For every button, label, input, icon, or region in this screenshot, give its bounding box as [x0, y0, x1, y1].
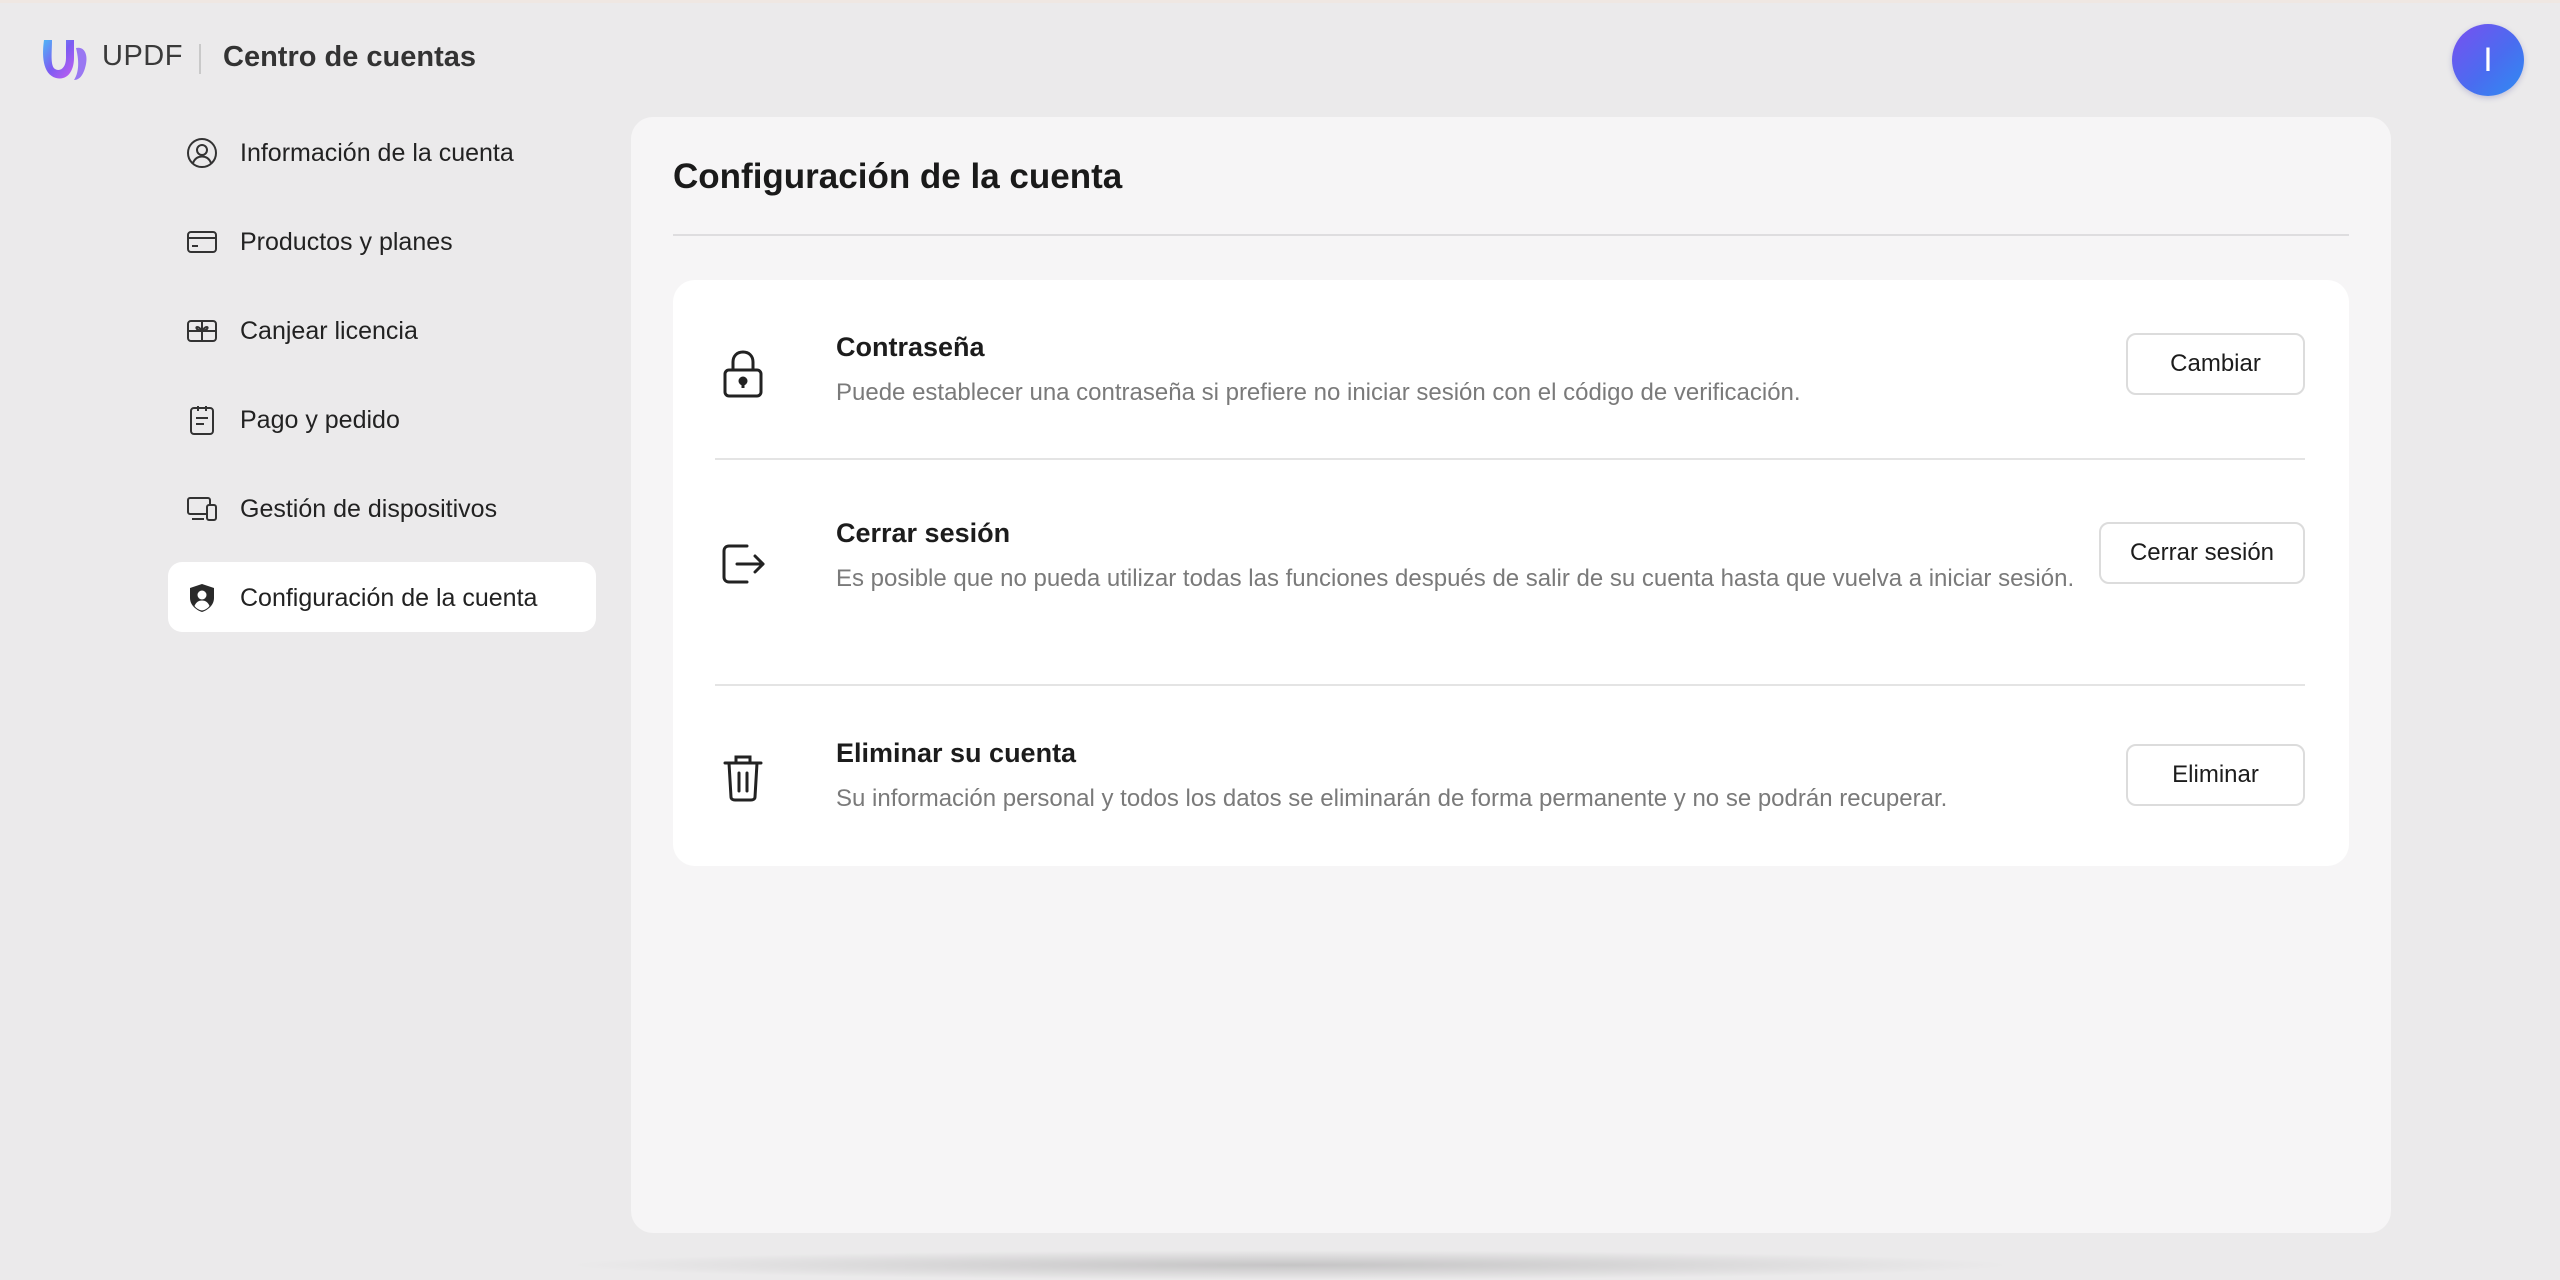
- settings-card: Contraseña Puede establecer una contrase…: [673, 280, 2349, 866]
- sidebar-item-label: Información de la cuenta: [240, 139, 514, 167]
- row-description: Su información personal y todos los dato…: [836, 785, 1948, 812]
- sidebar-item-account-settings[interactable]: Configuración de la cuenta: [168, 562, 596, 632]
- row-divider: [715, 458, 2305, 460]
- devices-icon: [186, 493, 218, 525]
- gift-card-icon: [186, 315, 218, 347]
- credit-card-icon: [186, 226, 218, 258]
- main-panel: Configuración de la cuenta Contraseña Pu…: [631, 117, 2391, 1233]
- logout-button[interactable]: Cerrar sesión: [2099, 522, 2305, 584]
- sidebar-item-account-info[interactable]: Información de la cuenta: [168, 117, 596, 187]
- row-description: Es posible que no pueda utilizar todas l…: [836, 565, 2075, 592]
- delete-account-button[interactable]: Eliminar: [2126, 744, 2305, 806]
- sidebar-item-label: Pago y pedido: [240, 406, 400, 434]
- avatar-initial: I: [2483, 40, 2493, 79]
- user-circle-icon: [186, 137, 218, 169]
- brand-name: UPDF: [102, 40, 183, 72]
- sidebar-item-label: Gestión de dispositivos: [240, 495, 498, 523]
- logout-icon: [715, 536, 771, 592]
- sidebar-item-label: Configuración de la cuenta: [240, 584, 538, 612]
- sidebar-item-device-management[interactable]: Gestión de dispositivos: [168, 473, 596, 543]
- page-title: Configuración de la cuenta: [673, 157, 1123, 196]
- sidebar-item-label: Canjear licencia: [240, 317, 418, 345]
- sidebar-item-payment-order[interactable]: Pago y pedido: [168, 384, 596, 454]
- clipboard-icon: [186, 404, 218, 436]
- app-header: UPDF Centro de cuentas I: [0, 0, 2560, 118]
- delete-account-row: Eliminar su cuenta Su información person…: [715, 736, 2305, 836]
- header-separator: [199, 44, 201, 74]
- user-avatar[interactable]: I: [2452, 24, 2524, 96]
- change-password-button[interactable]: Cambiar: [2126, 333, 2305, 395]
- password-row: Contraseña Puede establecer una contrase…: [715, 322, 2305, 442]
- sidebar-nav: Información de la cuenta Productos y pla…: [168, 117, 596, 651]
- logout-row: Cerrar sesión Es posible que no pueda ut…: [715, 510, 2305, 630]
- sidebar-item-products-plans[interactable]: Productos y planes: [168, 206, 596, 276]
- row-divider: [715, 684, 2305, 686]
- sidebar-item-label: Productos y planes: [240, 228, 453, 256]
- sidebar-item-redeem-license[interactable]: Canjear licencia: [168, 295, 596, 365]
- row-title: Cerrar sesión: [836, 518, 1011, 548]
- updf-logo-icon[interactable]: [38, 34, 92, 84]
- lock-icon: [715, 346, 771, 402]
- row-title: Contraseña: [836, 332, 985, 362]
- user-shield-icon: [186, 582, 218, 614]
- trash-icon: [715, 750, 771, 806]
- row-title: Eliminar su cuenta: [836, 738, 1077, 768]
- row-description: Puede establecer una contraseña si prefi…: [836, 379, 1801, 406]
- header-title: Centro de cuentas: [223, 41, 476, 73]
- title-divider: [673, 234, 2349, 236]
